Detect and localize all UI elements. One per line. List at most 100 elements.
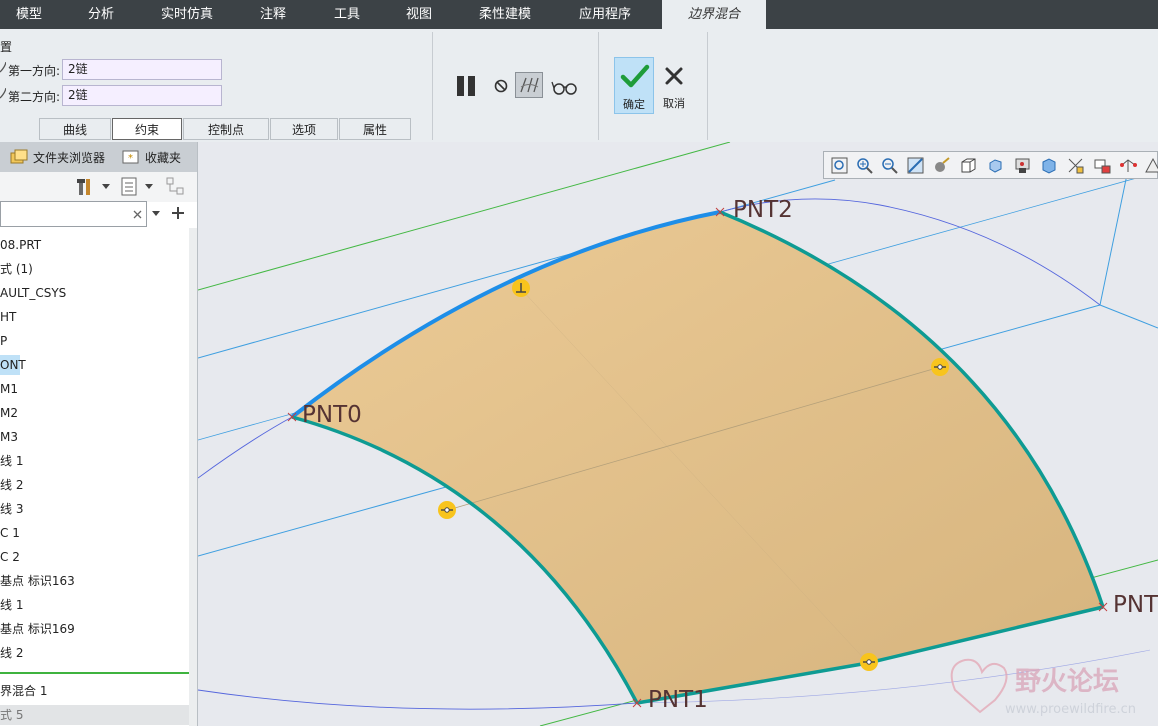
watermark: 野火论坛 www.proewildfire.cn xyxy=(950,658,1136,717)
tab-curves[interactable]: 曲线 xyxy=(39,118,111,140)
perpendicular-constraint-marker xyxy=(512,279,530,297)
ok-label: 确定 xyxy=(623,98,645,111)
tree-item[interactable]: C 1 xyxy=(0,523,20,543)
boundary-blend-surface xyxy=(292,212,1103,703)
navigator-tabs: 文件夹浏览器 * 收藏夹 xyxy=(0,142,197,172)
tree-item[interactable]: 线 3 xyxy=(0,499,23,519)
repaint-icon[interactable] xyxy=(907,157,924,174)
chevron-down-icon[interactable] xyxy=(145,184,153,190)
tab-properties[interactable]: 属性 xyxy=(339,118,411,140)
tree-item-style[interactable]: 式 5 xyxy=(0,705,190,725)
tree-item[interactable]: M3 xyxy=(0,427,18,447)
saved-orientations-icon[interactable] xyxy=(960,157,977,174)
close-icon xyxy=(665,67,683,85)
view-manager-icon[interactable] xyxy=(987,157,1004,174)
tools-icon[interactable] xyxy=(76,177,98,197)
favorites-icon: * xyxy=(122,150,139,164)
tree-item-boundary-blend[interactable]: 界混合 1 xyxy=(0,681,47,701)
ribbon-divider xyxy=(598,32,599,140)
reference-curve xyxy=(198,689,638,710)
chevron-down-icon[interactable] xyxy=(102,184,110,190)
no-preview-button[interactable] xyxy=(491,76,511,96)
tree-item[interactable]: 基点 标识163 xyxy=(0,571,75,591)
tree-item[interactable]: HT xyxy=(0,307,16,327)
tab-analysis[interactable]: 分析 xyxy=(72,0,130,29)
tree-filter-icon[interactable] xyxy=(166,177,186,197)
menu-bar: 模型 分析 实时仿真 注释 工具 视图 柔性建模 应用程序 边界混合 xyxy=(0,0,1158,29)
zoom-out-icon[interactable] xyxy=(881,157,898,174)
watermark-title: 野火论坛 xyxy=(1015,667,1119,697)
tree-item-selected[interactable]: ONT xyxy=(0,355,26,375)
glasses-icon xyxy=(551,81,577,95)
graphics-viewport[interactable]: PNT2 PNT0 PNT1 PNT 野火论坛 www.proewildfire… xyxy=(198,142,1158,726)
free-constraint-marker xyxy=(438,501,456,519)
tab-tools[interactable]: 工具 xyxy=(320,0,374,29)
perspective-view-icon[interactable] xyxy=(1014,157,1031,174)
tab-flexible-modeling[interactable]: 柔性建模 xyxy=(466,0,544,29)
tab-boundary-blend[interactable]: 边界混合 xyxy=(662,0,766,29)
spin-center-icon[interactable] xyxy=(1094,157,1111,174)
tree-item[interactable]: 基点 标识169 xyxy=(0,619,75,639)
favorites-tab[interactable]: 收藏夹 xyxy=(145,149,181,166)
no-symbol-icon xyxy=(494,79,508,93)
verify-mode-button[interactable] xyxy=(550,76,580,98)
tab-applications[interactable]: 应用程序 xyxy=(566,0,644,29)
free-constraint-marker xyxy=(931,358,949,376)
checkmark-icon xyxy=(620,64,650,88)
tab-options[interactable]: 选项 xyxy=(270,118,338,140)
first-direction-field[interactable]: 2链 xyxy=(62,59,222,80)
tab-realtime-simulation[interactable]: 实时仿真 xyxy=(150,0,224,29)
display-style-icon[interactable] xyxy=(933,157,950,174)
mesh-preview-icon xyxy=(520,77,539,93)
section-icon[interactable] xyxy=(1040,157,1057,174)
second-direction-field[interactable]: 2链 xyxy=(62,85,222,106)
zoom-in-icon[interactable] xyxy=(856,157,873,174)
point-label-pnt3: PNT xyxy=(1113,592,1158,618)
ok-button[interactable]: 确定 xyxy=(614,57,654,114)
refit-icon[interactable] xyxy=(831,157,848,174)
radio-icon[interactable] xyxy=(0,62,6,74)
cancel-button[interactable]: 取消 xyxy=(658,57,690,114)
point-label-pnt2: PNT2 xyxy=(733,197,793,223)
tab-model[interactable]: 模型 xyxy=(0,0,58,29)
tree-item[interactable]: 线 1 xyxy=(0,451,23,471)
clear-icon[interactable] xyxy=(133,210,142,219)
tree-scrollbar[interactable] xyxy=(189,228,197,726)
tab-view[interactable]: 视图 xyxy=(392,0,446,29)
tab-control-points[interactable]: 控制点 xyxy=(183,118,269,140)
tree-item[interactable]: M2 xyxy=(0,403,18,423)
add-icon[interactable] xyxy=(172,207,184,219)
tree-item[interactable]: 08.PRT xyxy=(0,235,41,255)
point-label-pnt1: PNT1 xyxy=(648,687,708,713)
geometry-preview-button[interactable] xyxy=(515,72,543,98)
reference-curve xyxy=(198,416,293,479)
tab-constraints[interactable]: 约束 xyxy=(112,118,182,140)
tree-item[interactable]: M1 xyxy=(0,379,18,399)
tree-item[interactable]: 线 2 xyxy=(0,643,23,663)
ribbon-divider xyxy=(707,32,708,140)
folder-browser-tab[interactable]: 文件夹浏览器 xyxy=(33,149,105,166)
ribbon-divider xyxy=(432,32,433,140)
tree-search-input[interactable] xyxy=(0,201,147,227)
tree-item[interactable]: AULT_CSYS xyxy=(0,283,66,303)
radio-icon[interactable] xyxy=(0,88,6,100)
tab-annotate[interactable]: 注释 xyxy=(246,0,300,29)
group-label: 置 xyxy=(0,40,13,54)
more-display-icon[interactable] xyxy=(1144,157,1158,174)
tree-item[interactable]: 线 2 xyxy=(0,475,23,495)
list-settings-icon[interactable] xyxy=(121,177,139,197)
tree-item[interactable]: C 2 xyxy=(0,547,20,567)
tree-item[interactable]: P xyxy=(0,331,7,351)
datum-display-filters-icon[interactable] xyxy=(1067,157,1084,174)
annotation-display-icon[interactable] xyxy=(1120,157,1137,174)
watermark-url: www.proewildfire.cn xyxy=(1005,702,1136,717)
first-direction-label: 第一方向: xyxy=(8,64,61,78)
pause-button[interactable] xyxy=(452,73,480,99)
insert-here-marker xyxy=(0,672,190,674)
tree-item[interactable]: 线 1 xyxy=(0,595,23,615)
tree-item[interactable]: 式 (1) xyxy=(0,259,33,279)
cancel-label: 取消 xyxy=(663,97,685,110)
view-toolbar xyxy=(823,151,1158,179)
chevron-down-icon[interactable] xyxy=(152,211,160,217)
pause-icon xyxy=(457,76,475,96)
